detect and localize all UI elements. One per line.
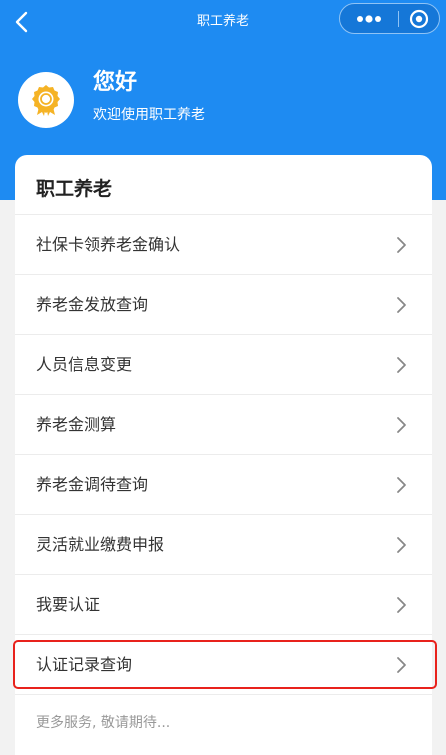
menu-item-pension-payment-query[interactable]: 养老金发放查询	[15, 275, 432, 335]
target-circle-icon	[409, 9, 429, 28]
menu-item-authenticate[interactable]: 我要认证	[15, 575, 432, 635]
menu-item-personal-info-change[interactable]: 人员信息变更	[15, 335, 432, 395]
greeting-title: 您好	[93, 70, 138, 95]
greeting-subtitle: 欢迎使用职工养老	[93, 107, 205, 123]
chevron-right-icon	[397, 297, 406, 313]
menu-item-authentication-records[interactable]: 认证记录查询	[15, 635, 432, 695]
chevron-right-icon	[397, 477, 406, 493]
chevron-right-icon	[397, 657, 406, 673]
chevron-right-icon	[397, 357, 406, 373]
menu-item-label: 灵活就业缴费申报	[36, 535, 165, 554]
avatar	[18, 72, 74, 128]
menu-item-pension-card-confirm[interactable]: 社保卡领养老金确认	[15, 215, 432, 275]
menu-item-label: 认证记录查询	[36, 655, 133, 674]
menu-item-label: 养老金测算	[36, 415, 117, 434]
chevron-right-icon	[397, 537, 406, 553]
more-services-text: 更多服务, 敬请期待...	[36, 715, 171, 731]
menu-item-label: 养老金调待查询	[36, 475, 149, 494]
menu-item-label: 人员信息变更	[36, 355, 133, 374]
menu-item-label: 社保卡领养老金确认	[36, 235, 181, 254]
chevron-right-icon	[397, 597, 406, 613]
service-card: 职工养老 社保卡领养老金确认 养老金发放查询 人员信息变更 养老金测算 养老金调…	[15, 155, 432, 755]
chevron-right-icon	[397, 417, 406, 433]
more-button[interactable]	[340, 4, 398, 33]
close-mini-program-button[interactable]	[399, 4, 439, 33]
menu-item-label: 养老金发放查询	[36, 295, 149, 314]
mini-program-capsule	[339, 3, 440, 34]
section-title: 职工养老	[36, 178, 113, 200]
menu-item-flexible-employment-payment[interactable]: 灵活就业缴费申报	[15, 515, 432, 575]
menu-item-pension-adjustment-query[interactable]: 养老金调待查询	[15, 455, 432, 515]
divider	[15, 694, 432, 695]
award-badge-icon	[32, 85, 60, 116]
more-dots-icon	[357, 14, 381, 23]
chevron-right-icon	[397, 237, 406, 253]
menu-item-pension-calculator[interactable]: 养老金测算	[15, 395, 432, 455]
menu-item-label: 我要认证	[36, 595, 101, 614]
navigation-bar: 职工养老	[0, 0, 446, 44]
